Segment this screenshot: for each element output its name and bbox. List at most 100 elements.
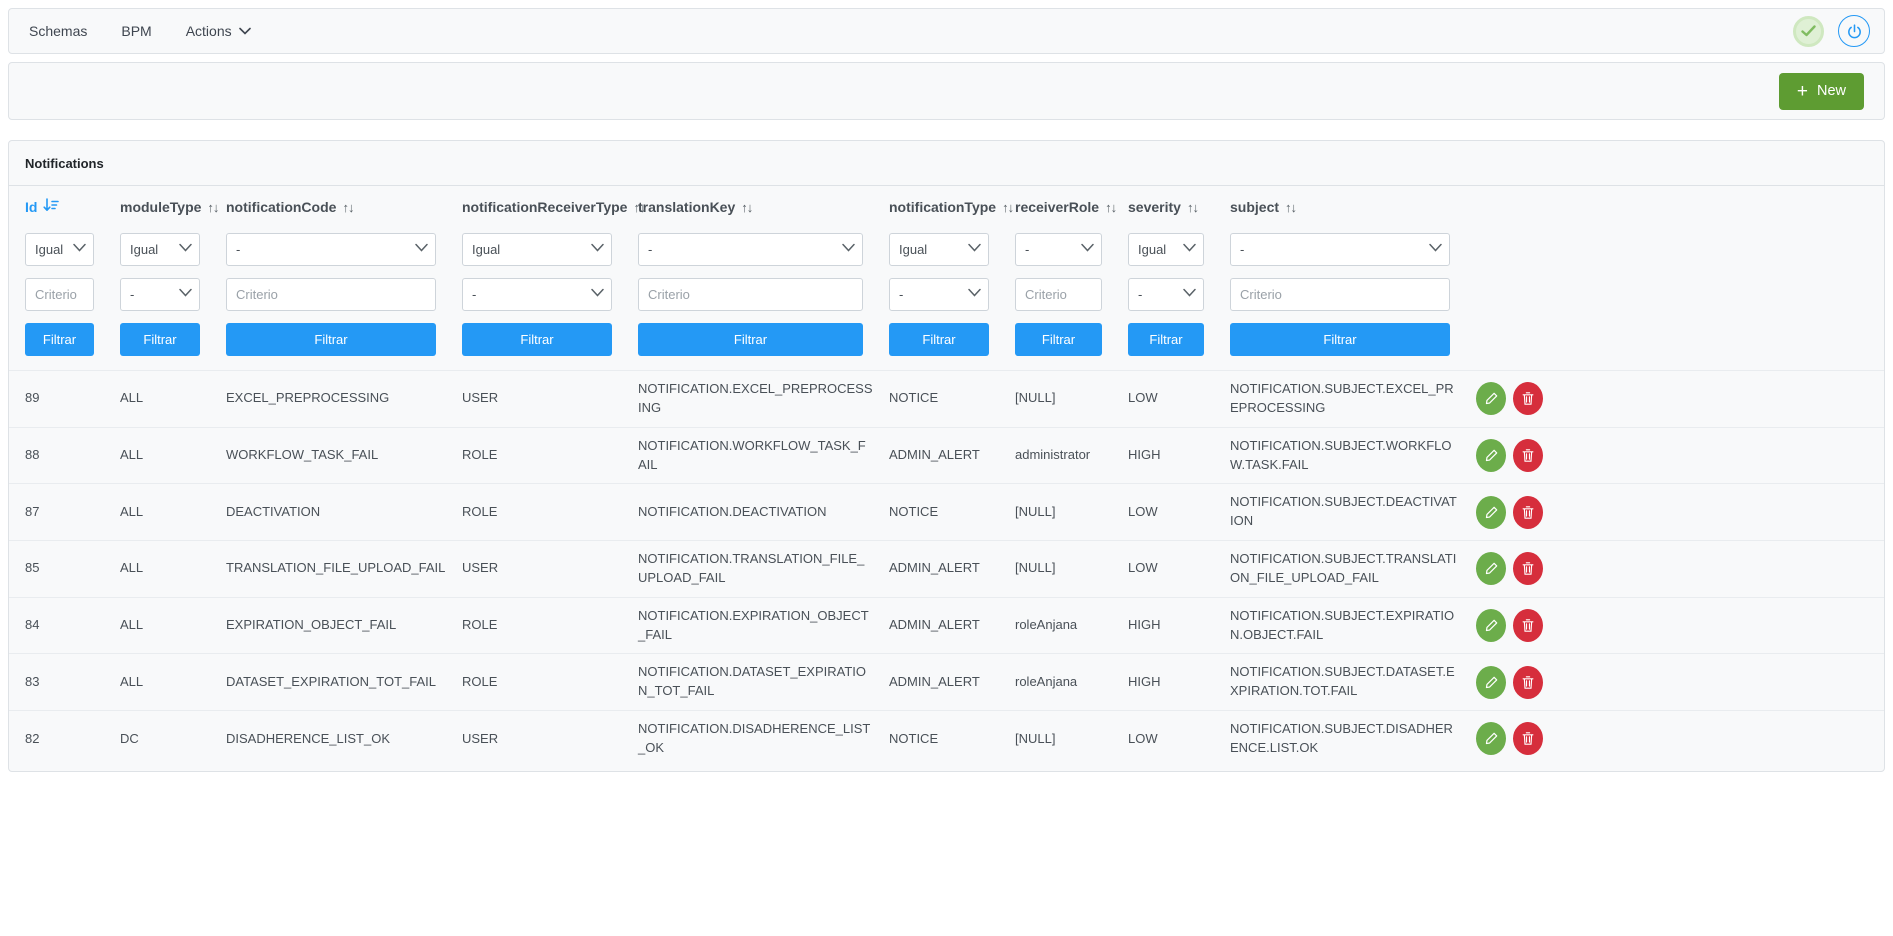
filter-select-translationKey-1-control[interactable]: - [638, 233, 863, 266]
cell-actions [1476, 541, 1884, 598]
filter-select-severity-1-control[interactable]: Igual [1128, 233, 1204, 266]
cell-notificationType: ADMIN_ALERT [889, 427, 1015, 484]
filter-cell-translationKey: - Filtrar [638, 225, 889, 371]
filter-button-id[interactable]: Filtrar [25, 323, 94, 356]
edit-button[interactable] [1476, 609, 1506, 642]
filter-select-notificationReceiverType-1-control[interactable]: Igual [462, 233, 612, 266]
filter-select-moduleType-1: Igual [120, 233, 200, 266]
column-label-subject: subject [1230, 199, 1279, 215]
sort-toggle-icon[interactable]: ↑↓ [1002, 200, 1013, 215]
cell-subject: NOTIFICATION.SUBJECT.EXPIRATION.OBJECT.F… [1230, 597, 1476, 654]
cell-moduleType: ALL [120, 484, 226, 541]
pencil-icon [1485, 732, 1498, 745]
filter-select-id-1-control[interactable]: Igual [25, 233, 94, 266]
edit-button[interactable] [1476, 382, 1506, 415]
sort-toggle-icon[interactable]: ↑↓ [1105, 200, 1116, 215]
filter-input-subject[interactable] [1230, 278, 1450, 311]
filter-button-notificationType[interactable]: Filtrar [889, 323, 989, 356]
filter-select-severity-2-control[interactable]: - [1128, 278, 1204, 311]
filter-cell-notificationType: Igual - Filtrar [889, 225, 1015, 371]
sort-toggle-icon[interactable]: ↑↓ [1285, 200, 1296, 215]
cell-id: 84 [9, 597, 120, 654]
delete-button[interactable] [1513, 382, 1543, 415]
cell-receiverRole: [NULL] [1015, 484, 1128, 541]
cell-translationKey: NOTIFICATION.DATASET_EXPIRATION_TOT_FAIL [638, 654, 889, 711]
pencil-icon [1485, 676, 1498, 689]
delete-button[interactable] [1513, 666, 1543, 699]
filter-select-receiverRole-1-control[interactable]: - [1015, 233, 1102, 266]
column-header-notificationType[interactable]: notificationType↑↓ [889, 186, 1015, 225]
sort-toggle-icon[interactable]: ↑↓ [207, 200, 218, 215]
delete-button[interactable] [1513, 609, 1543, 642]
column-header-moduleType[interactable]: moduleType↑↓ [120, 186, 226, 225]
column-header-notificationReceiverType[interactable]: notificationReceiverType↑↓ [462, 186, 638, 225]
filter-button-subject[interactable]: Filtrar [1230, 323, 1450, 356]
column-header-subject[interactable]: subject ↑↓ [1230, 186, 1476, 225]
filter-select-moduleType-1-control[interactable]: Igual [120, 233, 200, 266]
filter-select-notificationReceiverType-2-control[interactable]: - [462, 278, 612, 311]
filter-select-notificationType-2: - [889, 278, 989, 311]
pencil-icon [1485, 449, 1498, 462]
cell-notificationCode: WORKFLOW_TASK_FAIL [226, 427, 462, 484]
edit-button[interactable] [1476, 722, 1506, 755]
trash-icon [1522, 449, 1534, 462]
delete-button[interactable] [1513, 722, 1543, 755]
filter-input-receiverRole[interactable] [1015, 278, 1102, 311]
cell-subject: NOTIFICATION.SUBJECT.DISADHERENCE.LIST.O… [1230, 711, 1476, 767]
edit-button[interactable] [1476, 496, 1506, 529]
column-label-notificationCode: notificationCode [226, 199, 336, 215]
cell-notificationCode: EXPIRATION_OBJECT_FAIL [226, 597, 462, 654]
nav-item-bpm[interactable]: BPM [121, 23, 151, 39]
filter-input-translationKey[interactable] [638, 278, 863, 311]
column-header-translationKey[interactable]: translationKey↑↓ [638, 186, 889, 225]
cell-notificationReceiverType: USER [462, 541, 638, 598]
filter-input-notificationCode[interactable] [226, 278, 436, 311]
chevron-down-icon [239, 27, 251, 35]
filter-button-notificationReceiverType[interactable]: Filtrar [462, 323, 612, 356]
power-button[interactable] [1838, 15, 1870, 47]
cell-notificationType: NOTICE [889, 484, 1015, 541]
filter-cell-severity: Igual - Filtrar [1128, 225, 1230, 371]
nav-right-icons [1793, 15, 1870, 47]
new-button-label: New [1817, 83, 1846, 99]
filter-button-moduleType[interactable]: Filtrar [120, 323, 200, 356]
cell-receiverRole: roleAnjana [1015, 597, 1128, 654]
new-button[interactable]: + New [1779, 73, 1864, 110]
delete-button[interactable] [1513, 439, 1543, 472]
cell-receiverRole: [NULL] [1015, 371, 1128, 428]
filter-button-translationKey[interactable]: Filtrar [638, 323, 863, 356]
delete-button[interactable] [1513, 552, 1543, 585]
filter-button-severity[interactable]: Filtrar [1128, 323, 1204, 356]
cell-id: 82 [9, 711, 120, 767]
filter-button-receiverRole[interactable]: Filtrar [1015, 323, 1102, 356]
edit-button[interactable] [1476, 439, 1506, 472]
nav-item-actions[interactable]: Actions [186, 23, 251, 39]
notifications-panel: Notifications IdmoduleType↑↓notification… [8, 140, 1885, 772]
top-nav-bar: Schemas BPM Actions [8, 8, 1885, 54]
column-header-receiverRole[interactable]: receiverRole↑↓ [1015, 186, 1128, 225]
cell-actions [1476, 711, 1884, 767]
filter-select-moduleType-2-control[interactable]: - [120, 278, 200, 311]
cell-notificationCode: DISADHERENCE_LIST_OK [226, 711, 462, 767]
delete-button[interactable] [1513, 496, 1543, 529]
column-header-severity[interactable]: severity↑↓ [1128, 186, 1230, 225]
sort-toggle-icon[interactable]: ↑↓ [342, 200, 353, 215]
cell-severity: HIGH [1128, 427, 1230, 484]
edit-button[interactable] [1476, 666, 1506, 699]
column-header-id[interactable]: Id [9, 186, 120, 225]
filter-button-notificationCode[interactable]: Filtrar [226, 323, 436, 356]
sort-toggle-icon[interactable]: ↑↓ [1187, 200, 1198, 215]
column-header-notificationCode[interactable]: notificationCode ↑↓ [226, 186, 462, 225]
filter-select-subject-1-control[interactable]: - [1230, 233, 1450, 266]
edit-button[interactable] [1476, 552, 1506, 585]
filter-select-notificationType-1-control[interactable]: Igual [889, 233, 989, 266]
cell-severity: LOW [1128, 371, 1230, 428]
sort-toggle-icon[interactable]: ↑↓ [741, 200, 752, 215]
cell-id: 83 [9, 654, 120, 711]
nav-item-schemas[interactable]: Schemas [29, 23, 87, 39]
cell-id: 88 [9, 427, 120, 484]
filter-input-id[interactable] [25, 278, 94, 311]
filter-select-notificationCode-1-control[interactable]: - [226, 233, 436, 266]
cell-actions [1476, 427, 1884, 484]
filter-select-notificationType-2-control[interactable]: - [889, 278, 989, 311]
